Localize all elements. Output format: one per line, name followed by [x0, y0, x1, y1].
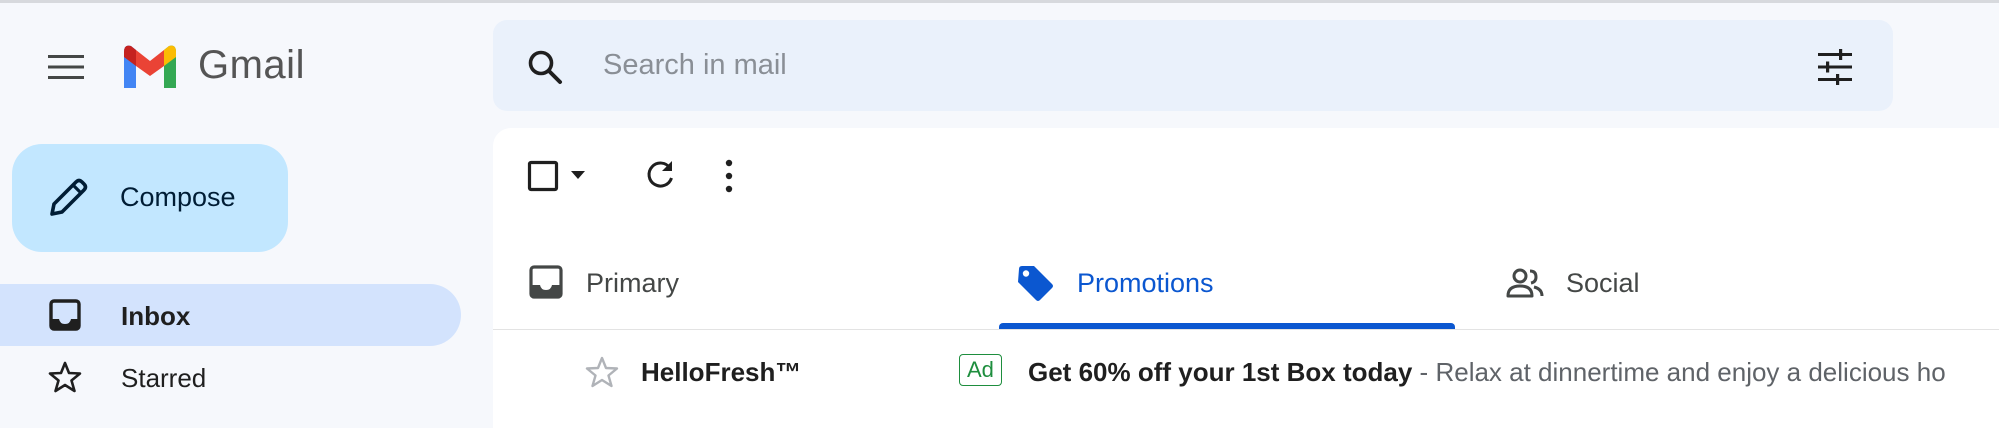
inbox-icon — [49, 299, 81, 331]
email-subject: Get 60% off your 1st Box today — [1028, 357, 1413, 387]
inbox-tab-icon — [529, 265, 563, 299]
email-snippet: Get 60% off your 1st Box today - Relax a… — [1028, 357, 1999, 388]
star-outline-icon — [48, 361, 82, 393]
checkbox-icon[interactable] — [527, 160, 559, 192]
search-bar — [493, 20, 1893, 111]
gmail-m-icon — [124, 45, 176, 88]
app-name: Gmail — [198, 42, 305, 87]
compose-button[interactable]: Compose — [12, 144, 288, 252]
ad-badge: Ad — [959, 354, 1002, 386]
email-row[interactable]: HelloFresh™ Ad Get 60% off your 1st Box … — [493, 330, 1999, 410]
tag-icon — [1018, 266, 1053, 301]
tab-promotions[interactable]: Promotions — [1015, 228, 1455, 330]
compose-label: Compose — [120, 182, 236, 212]
caret-down-icon[interactable] — [569, 168, 587, 182]
people-icon — [1506, 268, 1544, 298]
tab-social[interactable]: Social — [1505, 228, 1945, 330]
search-input[interactable] — [603, 42, 1723, 88]
star-outline-icon[interactable] — [585, 355, 619, 389]
sidebar-item-starred[interactable]: Starred — [0, 346, 461, 408]
subject-separator: - — [1419, 357, 1429, 387]
tab-label: Primary — [586, 268, 679, 298]
tab-label: Promotions — [1077, 268, 1214, 298]
tab-primary[interactable]: Primary — [527, 228, 997, 330]
more-vert-icon[interactable] — [719, 158, 739, 194]
refresh-icon[interactable] — [643, 158, 677, 192]
main-menu-button[interactable] — [36, 42, 96, 92]
tab-label: Social — [1566, 268, 1640, 298]
sidebar-item-inbox[interactable]: Inbox — [0, 284, 461, 346]
window-top-border — [0, 0, 1999, 3]
gmail-logo[interactable]: Gmail — [120, 42, 305, 88]
pencil-icon — [50, 178, 88, 216]
search-icon[interactable] — [525, 47, 565, 87]
sidebar-item-label: Starred — [121, 363, 207, 393]
tune-icon[interactable] — [1815, 47, 1855, 87]
hamburger-menu-icon — [48, 55, 84, 79]
email-preview: Relax at dinnertime and enjoy a deliciou… — [1435, 357, 1946, 387]
sidebar-item-label: Inbox — [121, 301, 191, 331]
email-sender: HelloFresh™ — [641, 357, 802, 387]
mail-list-panel: Primary Promotions Social HelloFresh™ Ad… — [493, 128, 1999, 428]
